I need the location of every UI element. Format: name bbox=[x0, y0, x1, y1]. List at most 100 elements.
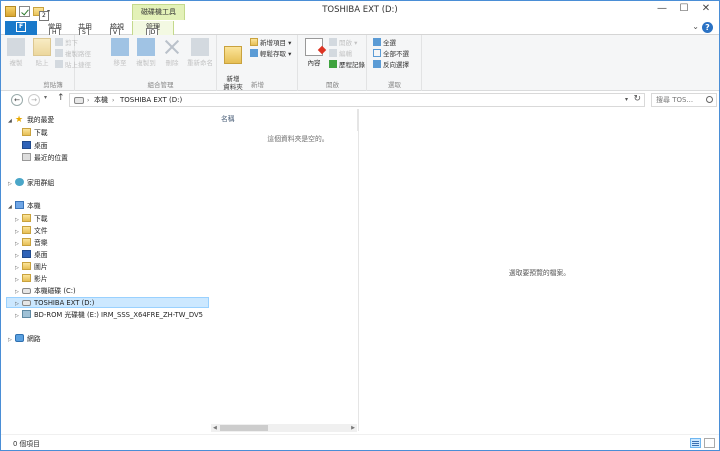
nav-toshiba-drive[interactable]: ▷ TOSHIBA EXT (D:) bbox=[6, 297, 209, 308]
documents-folder-icon bbox=[22, 226, 31, 234]
copy-to-button[interactable]: 複製到 bbox=[133, 38, 159, 67]
downloads-folder-icon bbox=[22, 214, 31, 222]
scroll-right-icon[interactable]: ▶ bbox=[351, 424, 355, 432]
breadcrumb-separator[interactable]: › bbox=[112, 95, 114, 106]
delete-button[interactable]: 刪除 bbox=[159, 38, 185, 67]
up-button[interactable]: ↑ bbox=[57, 93, 65, 103]
edit-icon bbox=[329, 49, 337, 57]
expand-icon[interactable]: ▷ bbox=[8, 179, 15, 190]
close-button[interactable]: ✕ bbox=[695, 1, 717, 18]
status-bar: 0 個項目 bbox=[1, 434, 719, 450]
minimize-button[interactable]: — bbox=[651, 1, 673, 18]
search-box[interactable]: 搜尋 TOS... bbox=[651, 93, 717, 107]
move-to-button[interactable]: 移至 bbox=[107, 38, 133, 67]
nav-favorites-desktop[interactable]: 桌面 bbox=[15, 141, 48, 152]
scroll-left-icon[interactable]: ◀ bbox=[213, 424, 217, 432]
nav-pc-videos[interactable]: ▷ 影片 bbox=[15, 274, 48, 285]
copy-path-button[interactable]: 複製路徑 bbox=[55, 49, 91, 59]
properties-button[interactable]: 內容 bbox=[301, 38, 327, 67]
nav-favorites-recent[interactable]: 最近的位置 bbox=[15, 153, 68, 164]
pictures-folder-icon bbox=[22, 262, 31, 270]
large-icons-view-button[interactable] bbox=[704, 438, 715, 448]
new-folder-icon bbox=[224, 46, 242, 64]
computer-icon bbox=[15, 201, 24, 209]
nav-pc-downloads[interactable]: ▷ 下載 bbox=[15, 214, 48, 225]
easy-access-icon bbox=[250, 49, 258, 57]
keytip-file: F bbox=[16, 22, 27, 32]
open-button[interactable]: 開啟 ▾ bbox=[329, 38, 357, 48]
collapse-icon[interactable]: ◢ bbox=[8, 202, 15, 213]
cut-button[interactable]: 剪下 bbox=[55, 38, 78, 48]
new-item-button[interactable]: 新增項目 ▾ bbox=[250, 38, 291, 48]
copy-path-icon bbox=[55, 49, 63, 57]
collapse-icon[interactable]: ◢ bbox=[8, 116, 15, 127]
invert-selection-icon bbox=[373, 60, 381, 68]
back-button[interactable]: ← bbox=[11, 94, 23, 106]
address-bar[interactable]: › 本機 › TOSHIBA EXT (D:) ▾ ↻ bbox=[69, 93, 645, 107]
horizontal-scrollbar[interactable]: ◀ ▶ bbox=[211, 424, 357, 432]
invert-selection-button[interactable]: 反向選擇 bbox=[373, 60, 409, 70]
history-button[interactable]: 歷程記錄 bbox=[329, 60, 365, 70]
nav-pc-desktop[interactable]: ▷ 桌面 bbox=[15, 250, 48, 261]
downloads-icon bbox=[22, 128, 31, 136]
music-folder-icon bbox=[22, 238, 31, 246]
drive-icon bbox=[74, 97, 84, 104]
address-history-dropdown[interactable]: ▾ bbox=[625, 96, 628, 103]
nav-favorites[interactable]: ◢ ★ 我的最愛 bbox=[8, 115, 54, 126]
copy-button[interactable]: 複製 bbox=[3, 38, 29, 67]
refresh-icon[interactable]: ↻ bbox=[633, 94, 641, 104]
select-group: 全選 全部不選 反向選擇 選取 bbox=[368, 35, 422, 91]
select-none-icon bbox=[373, 49, 381, 57]
ribbon: 複製 貼上 剪下 複製路徑 貼上捷徑 剪貼簿 移至 複製到 刪除 重新命名 組合… bbox=[1, 35, 719, 91]
easy-access-button[interactable]: 輕鬆存取 ▾ bbox=[250, 49, 291, 59]
explorer-window: ▾ 2 磁碟機工具 TOSHIBA EXT (D:) — ☐ ✕ F 常用 共用… bbox=[0, 0, 720, 451]
cut-icon bbox=[55, 38, 63, 46]
expand-icon[interactable]: ▷ bbox=[8, 335, 15, 346]
expand-ribbon-icon[interactable]: ⌄ bbox=[692, 22, 699, 31]
open-group: 內容 開啟 ▾ 編輯 歷程記錄 開啟 bbox=[299, 35, 367, 91]
paste-button[interactable]: 貼上 bbox=[29, 38, 55, 67]
new-group: 新增 資料夾 新增項目 ▾ 輕鬆存取 ▾ 新增 bbox=[218, 35, 298, 91]
details-view-button[interactable] bbox=[690, 438, 701, 448]
network-icon bbox=[15, 334, 24, 342]
maximize-button[interactable]: ☐ bbox=[673, 1, 695, 18]
nav-favorites-downloads[interactable]: 下載 bbox=[15, 128, 48, 139]
nav-pc-music[interactable]: ▷ 音樂 bbox=[15, 238, 48, 249]
tab-file[interactable]: F bbox=[5, 21, 37, 35]
nav-network[interactable]: ▷ 網路 bbox=[8, 334, 41, 345]
clipboard-group: 複製 貼上 剪下 複製路徑 貼上捷徑 剪貼簿 bbox=[1, 35, 91, 91]
breadcrumb-separator[interactable]: › bbox=[87, 95, 89, 106]
select-group-label: 選取 bbox=[388, 81, 401, 89]
nav-pc-documents[interactable]: ▷ 文件 bbox=[15, 226, 48, 237]
ribbon-tabs: F 常用 共用 檢視 管理 H S V JD ⌄ ? bbox=[1, 21, 719, 38]
preview-message: 選取要預覽的檔案。 bbox=[508, 269, 571, 277]
nav-this-pc[interactable]: ◢ 本機 bbox=[8, 201, 41, 212]
homegroup-icon bbox=[15, 178, 24, 186]
file-list[interactable]: 名稱 這個資料夾是空的。 bbox=[211, 109, 358, 431]
paste-shortcut-button[interactable]: 貼上捷徑 bbox=[55, 60, 91, 70]
scrollbar-thumb[interactable] bbox=[220, 425, 268, 431]
copy-icon bbox=[7, 38, 25, 56]
nav-pc-pictures[interactable]: ▷ 圖片 bbox=[15, 262, 48, 273]
select-none-button[interactable]: 全部不選 bbox=[373, 49, 409, 59]
breadcrumb-toshiba[interactable]: TOSHIBA EXT (D:) bbox=[120, 95, 182, 106]
delete-icon bbox=[163, 38, 181, 56]
properties-icon bbox=[305, 38, 323, 56]
new-item-icon bbox=[250, 38, 258, 46]
forward-button[interactable]: → bbox=[28, 94, 40, 106]
breadcrumb-this-pc[interactable]: 本機 bbox=[94, 95, 108, 106]
address-row: ← → ▾ ↑ › 本機 › TOSHIBA EXT (D:) ▾ ↻ 搜尋 T… bbox=[1, 91, 719, 108]
nav-local-disk[interactable]: ▷ 本機磁碟 (C:) bbox=[15, 286, 76, 297]
select-all-button[interactable]: 全選 bbox=[373, 38, 396, 48]
paste-shortcut-icon bbox=[55, 60, 63, 68]
videos-folder-icon bbox=[22, 274, 31, 282]
nav-homegroup[interactable]: ▷ 家用群組 bbox=[8, 178, 54, 189]
move-to-icon bbox=[111, 38, 129, 56]
recent-locations-icon[interactable]: ▾ bbox=[44, 94, 47, 101]
clipboard-group-label: 剪貼簿 bbox=[43, 81, 63, 89]
column-header-name[interactable]: 名稱 bbox=[221, 113, 235, 123]
rename-button[interactable]: 重新命名 bbox=[185, 38, 215, 67]
nav-bd-rom[interactable]: ▷ BD-ROM 光碟機 (E:) IRM_SSS_X64FRE_ZH-TW_DV… bbox=[15, 310, 203, 321]
edit-button[interactable]: 編輯 bbox=[329, 49, 352, 59]
help-icon[interactable]: ? bbox=[702, 22, 713, 33]
